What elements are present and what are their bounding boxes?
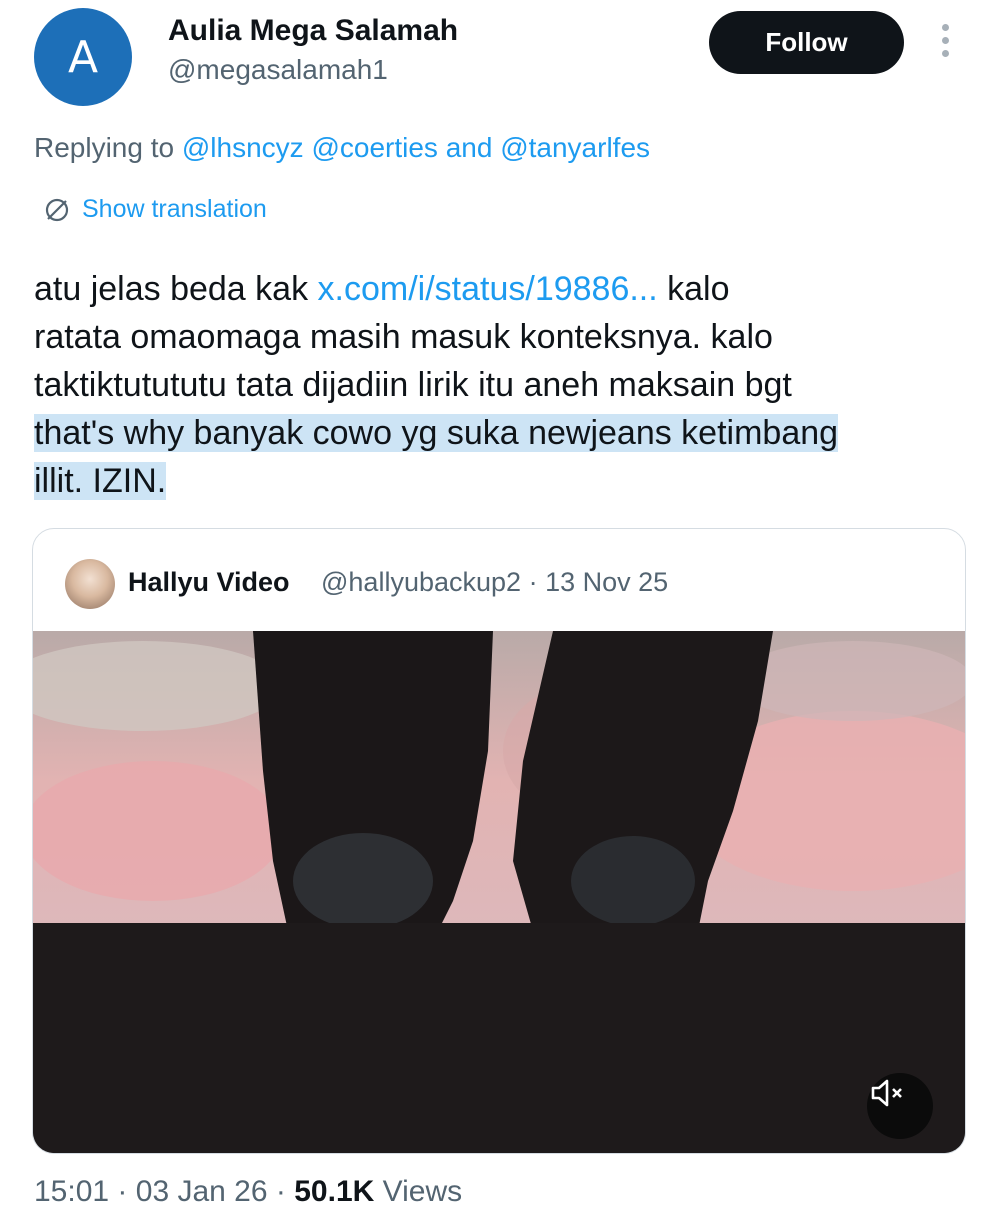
quoted-date[interactable]: 13 Nov 25 — [545, 567, 668, 597]
mention-conjunction: and — [445, 132, 493, 163]
video-frame — [33, 631, 965, 1153]
author-avatar[interactable]: A — [34, 8, 132, 106]
tweet-line-3: taktiktutututu tata dijadiin lirik itu a… — [34, 366, 792, 404]
volume-muted-icon — [871, 1079, 902, 1107]
tweet-line-4: that's why banyak cowo yg suka newjeans … — [34, 409, 964, 457]
follow-button[interactable]: Follow — [709, 11, 904, 74]
quoted-avatar[interactable] — [65, 559, 115, 609]
selected-text-5: illit. IZIN. — [34, 462, 167, 500]
author-display-name[interactable]: Aulia Mega Salamah — [168, 14, 458, 48]
quoted-tweet-card[interactable]: Hallyu Video @hallyubackup2 · 13 Nov 25 — [32, 528, 966, 1154]
views-count: 50.1K — [294, 1175, 375, 1208]
more-options-icon[interactable] — [938, 24, 952, 64]
mute-button[interactable] — [867, 1073, 933, 1139]
tweet-line-1-end: kalo — [657, 270, 730, 308]
tweet-time[interactable]: 15:01 — [34, 1175, 109, 1208]
quoted-meta: @hallyubackup2 · 13 Nov 25 — [321, 567, 668, 598]
replying-to: Replying to @lhsncyz @coerties and @tany… — [34, 132, 650, 164]
footer-separator-2: · — [275, 1175, 286, 1208]
replying-prefix: Replying to — [34, 132, 175, 163]
quoted-separator: · — [528, 567, 538, 597]
views-label: Views — [382, 1175, 463, 1208]
quoted-handle[interactable]: @hallyubackup2 — [321, 567, 521, 597]
video-player[interactable] — [33, 631, 965, 1153]
mention-link-1[interactable]: @lhsncyz — [182, 132, 304, 163]
show-translation-link[interactable]: Show translation — [44, 195, 267, 224]
tweet-line-2: ratata omaomaga masih masuk konteksnya. … — [34, 318, 773, 356]
mention-link-2[interactable]: @coerties — [311, 132, 437, 163]
quoted-author-name[interactable]: Hallyu Video — [128, 567, 290, 598]
status-link[interactable]: x.com/i/status/19886... — [318, 270, 658, 308]
tweet-line-1: atu jelas beda kak x.com/i/status/19886.… — [34, 265, 964, 313]
tweet-footer-meta: 15:01 · 03 Jan 26 · 50.1K Views — [34, 1175, 462, 1209]
show-translation-label: Show translation — [82, 195, 267, 223]
selected-text-4: that's why banyak cowo yg suka newjeans … — [34, 414, 839, 452]
tweet-line-1-start: atu jelas beda kak — [34, 270, 318, 308]
tweet-text: atu jelas beda kak x.com/i/status/19886.… — [34, 265, 964, 505]
author-handle[interactable]: @megasalamah1 — [168, 54, 388, 86]
tweet-date[interactable]: 03 Jan 26 — [136, 1175, 268, 1208]
mention-link-3[interactable]: @tanyarlfes — [500, 132, 650, 163]
tweet-line-5: illit. IZIN. — [34, 457, 964, 505]
footer-separator-1: · — [117, 1175, 128, 1208]
translate-globe-icon — [45, 198, 69, 221]
